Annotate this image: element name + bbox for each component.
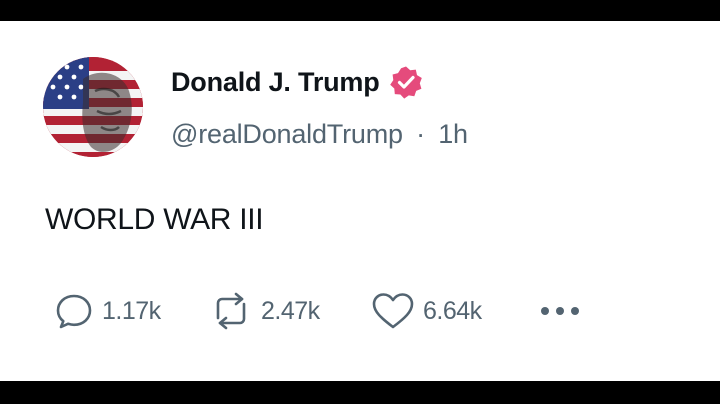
heart-icon xyxy=(372,293,414,329)
post-time[interactable]: 1h xyxy=(438,119,468,149)
meta-separator: · xyxy=(416,119,425,149)
more-options-button[interactable] xyxy=(541,303,579,319)
repost-arrows-icon xyxy=(216,292,246,330)
like-button[interactable]: 6.64k xyxy=(371,291,541,331)
post-text: WORLD WAR III xyxy=(45,203,264,236)
reply-count: 1.17k xyxy=(102,296,161,325)
action-bar: 1.17k 2.47k 6.64k xyxy=(54,291,579,331)
handle-row: @realDonaldTrump · 1h xyxy=(171,119,468,150)
comment-bubble-icon xyxy=(56,294,92,329)
author-handle[interactable]: @realDonaldTrump xyxy=(171,119,403,149)
repost-button[interactable]: 2.47k xyxy=(209,291,371,331)
more-dot xyxy=(556,307,564,315)
avatar[interactable] xyxy=(43,57,143,157)
post-card: Donald J. Trump @realDonaldTrump · 1h WO… xyxy=(0,21,720,381)
author-row: Donald J. Trump xyxy=(171,65,423,99)
repost-count: 2.47k xyxy=(261,296,320,325)
more-dot xyxy=(571,307,579,315)
reply-button[interactable]: 1.17k xyxy=(54,291,209,331)
more-dots-icon xyxy=(541,307,549,315)
like-count: 6.64k xyxy=(423,296,482,325)
avatar-image xyxy=(43,57,143,157)
verified-badge-icon xyxy=(389,66,422,99)
author-name[interactable]: Donald J. Trump xyxy=(171,67,380,98)
